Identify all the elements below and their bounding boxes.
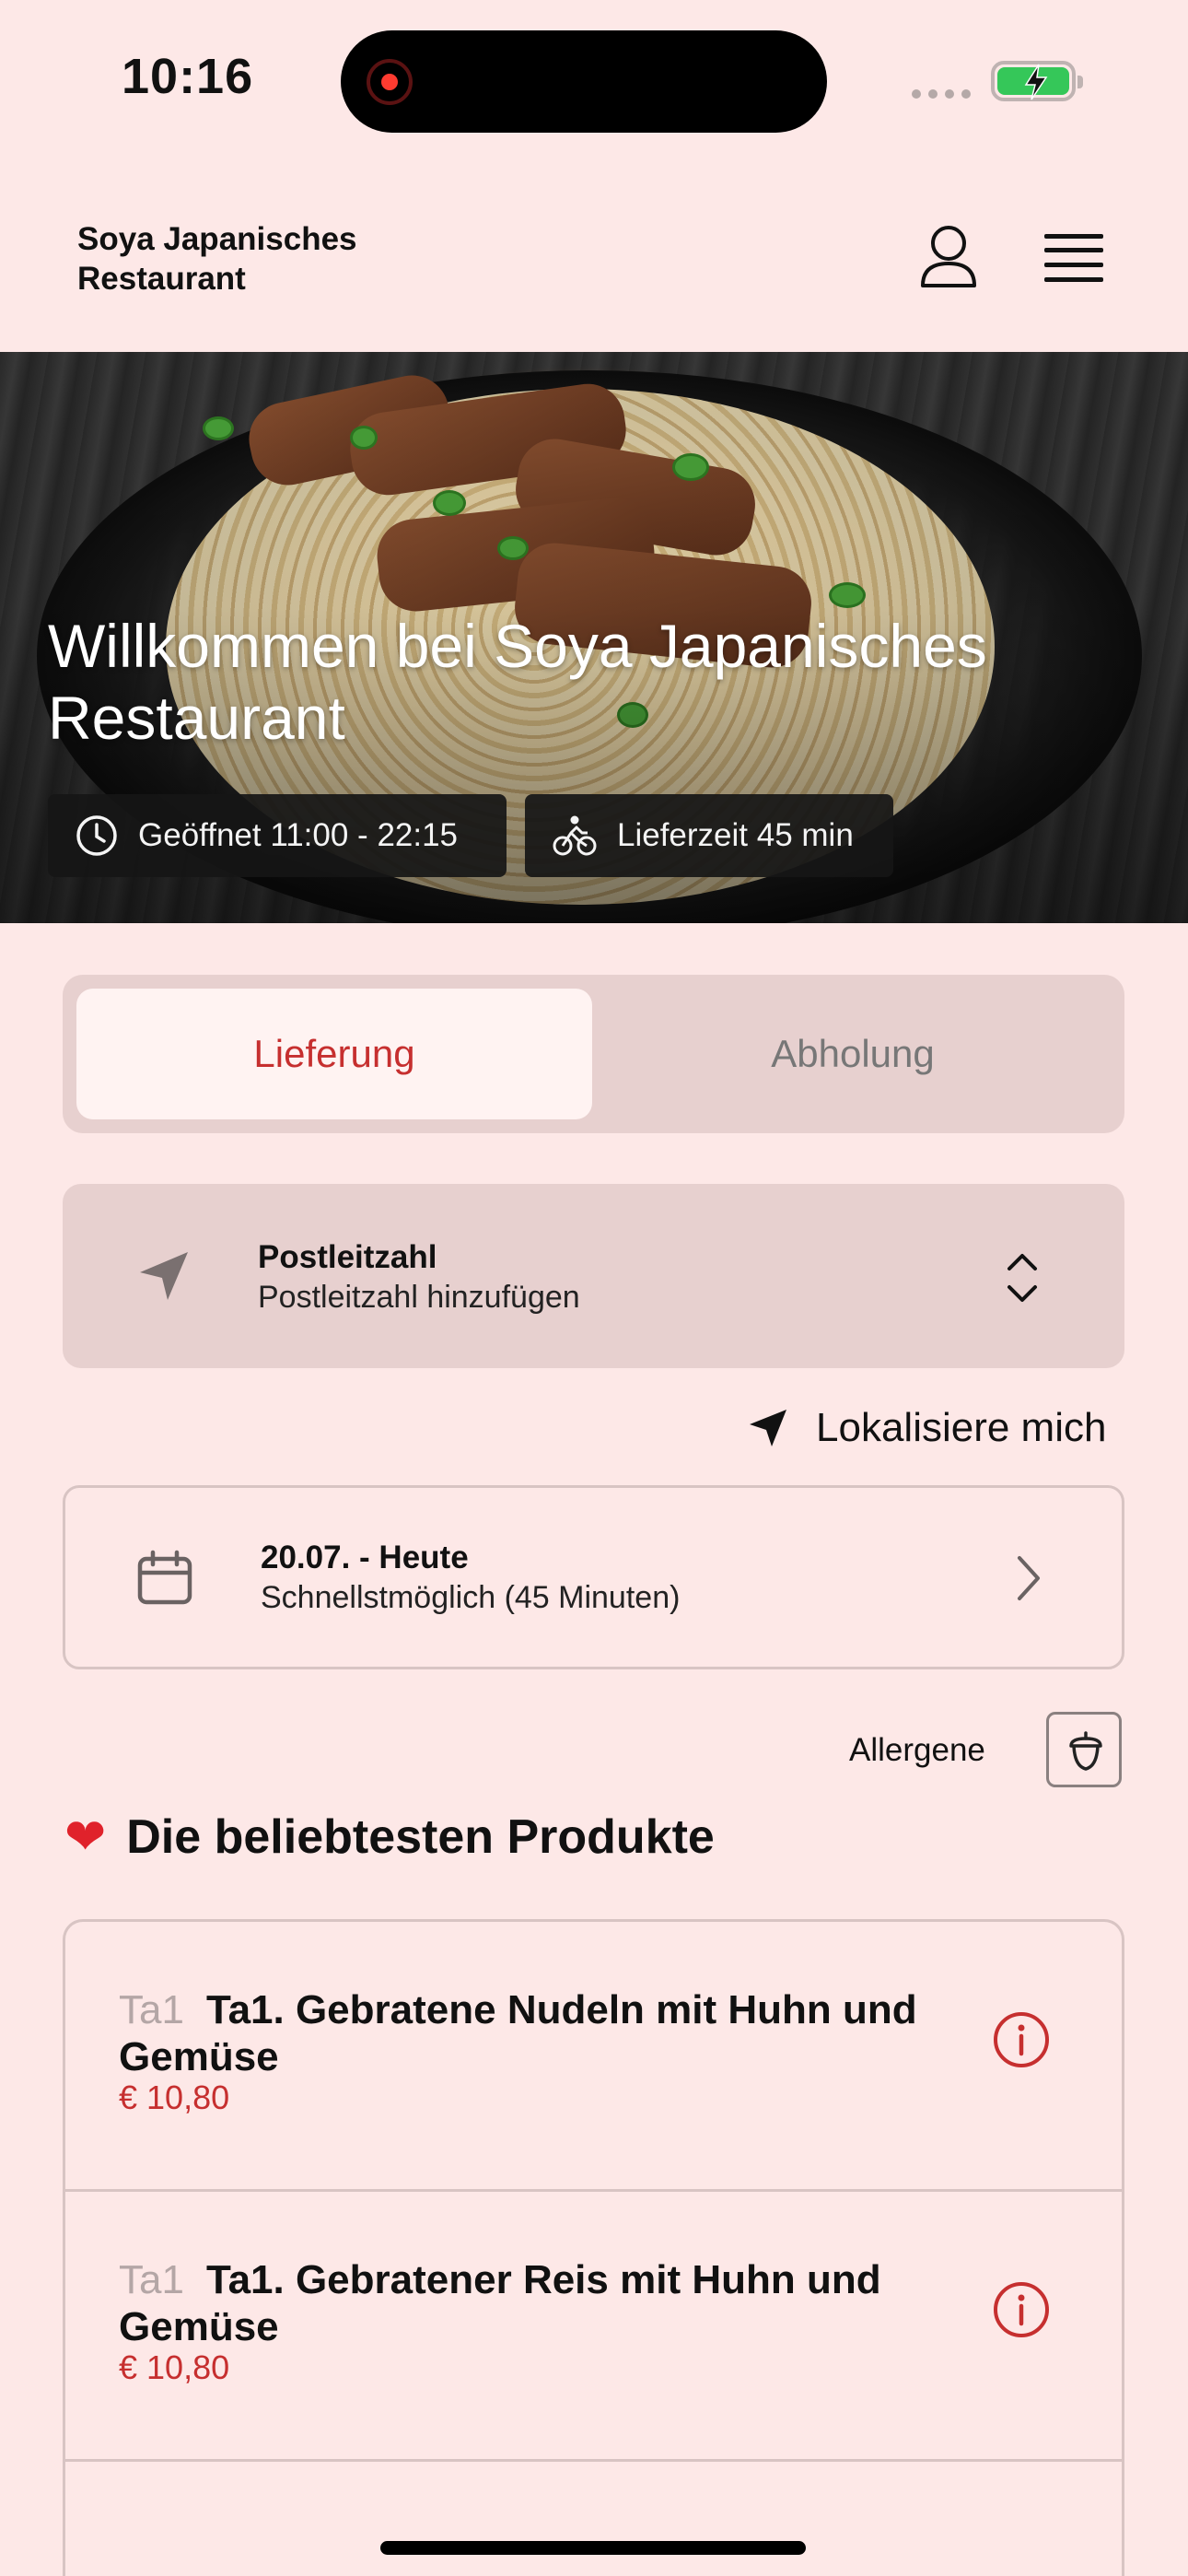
heart-icon: ❤ <box>64 1809 107 1865</box>
delivery-date: 20.07. - Heute <box>261 1540 469 1575</box>
list-item[interactable]: Ta1 Ta1. Gebratene Nudeln mit Huhn und Ge… <box>65 1922 1122 2189</box>
user-account-icon[interactable] <box>917 223 980 289</box>
calendar-icon <box>137 1550 192 1605</box>
hero-title: Willkommen bei Soya Japanisches Restaura… <box>48 612 987 752</box>
postcode-selector[interactable]: Postleitzahl Postleitzahl hinzufügen <box>63 1184 1124 1368</box>
delivery-bike-icon <box>553 815 597 856</box>
hamburger-menu-icon[interactable] <box>1044 234 1103 282</box>
tab-pickup[interactable]: Abholung <box>595 989 1111 1119</box>
product-name: Ta1. Gebratener Reis mit Huhn und Gemüse <box>119 2257 881 2349</box>
delivery-time-text: Lieferzeit 45 min <box>617 817 854 853</box>
divider <box>65 2459 1122 2462</box>
home-indicator[interactable] <box>380 2541 806 2555</box>
restaurant-name[interactable]: Soya Japanisches Restaurant <box>77 219 446 299</box>
allergens-label: Allergene <box>849 1732 985 1768</box>
battery-icon <box>991 61 1083 101</box>
info-icon[interactable] <box>992 2010 1051 2069</box>
delivery-time-selector[interactable]: 20.07. - Heute Schnellstmöglich (45 Minu… <box>63 1485 1124 1669</box>
status-time: 10:16 <box>122 49 254 104</box>
info-icon[interactable] <box>992 2280 1051 2339</box>
product-list: Ta1 Ta1. Gebratene Nudeln mit Huhn und Ge… <box>63 1919 1124 2576</box>
product-price: € 10,80 <box>119 2348 230 2386</box>
product-price: € 10,80 <box>119 2078 230 2116</box>
opening-hours-text: Geöffnet 11:00 - 22:15 <box>138 817 459 853</box>
chevron-right-icon <box>1018 1556 1040 1600</box>
postcode-field[interactable]: Postleitzahl hinzufügen <box>258 1280 580 1316</box>
popular-products-title: Die beliebtesten Produkte <box>126 1809 715 1864</box>
dynamic-island <box>341 30 827 133</box>
locate-me-button[interactable]: Lokalisiere mich <box>748 1402 1106 1454</box>
navigation-arrow-icon <box>750 1410 786 1446</box>
allergens-filter-button[interactable] <box>1046 1712 1122 1787</box>
popular-products-heading: ❤ Die beliebtesten Produkte <box>64 1808 715 1866</box>
recording-indicator-icon <box>367 59 413 105</box>
order-mode-toggle: Lieferung Abholung <box>63 975 1124 1133</box>
clock-icon <box>76 815 117 856</box>
hero-banner: Willkommen bei Soya Japanisches Restaura… <box>0 352 1188 923</box>
delivery-time-badge: Lieferzeit 45 min <box>525 794 893 877</box>
tab-delivery[interactable]: Lieferung <box>76 989 592 1119</box>
product-name: Ta1. Gebratene Nudeln mit Huhn und Gemüs… <box>119 1987 917 2079</box>
delivery-time-option: Schnellstmöglich (45 Minuten) <box>261 1580 681 1615</box>
acorn-icon <box>1069 1731 1102 1771</box>
locate-me-label: Lokalisiere mich <box>816 1405 1107 1450</box>
signal-icon <box>912 87 978 103</box>
postcode-label: Postleitzahl <box>258 1239 437 1275</box>
opening-hours-badge: Geöffnet 11:00 - 22:15 <box>48 794 507 877</box>
list-item[interactable]: Ta1 Ta1. Gebratener Reis mit Huhn und Gem… <box>65 2192 1122 2459</box>
product-code: Ta1 <box>119 2257 184 2302</box>
location-arrow-icon <box>140 1252 188 1300</box>
product-code: Ta1 <box>119 1987 184 2032</box>
chevron-up-down-icon <box>1007 1254 1037 1302</box>
